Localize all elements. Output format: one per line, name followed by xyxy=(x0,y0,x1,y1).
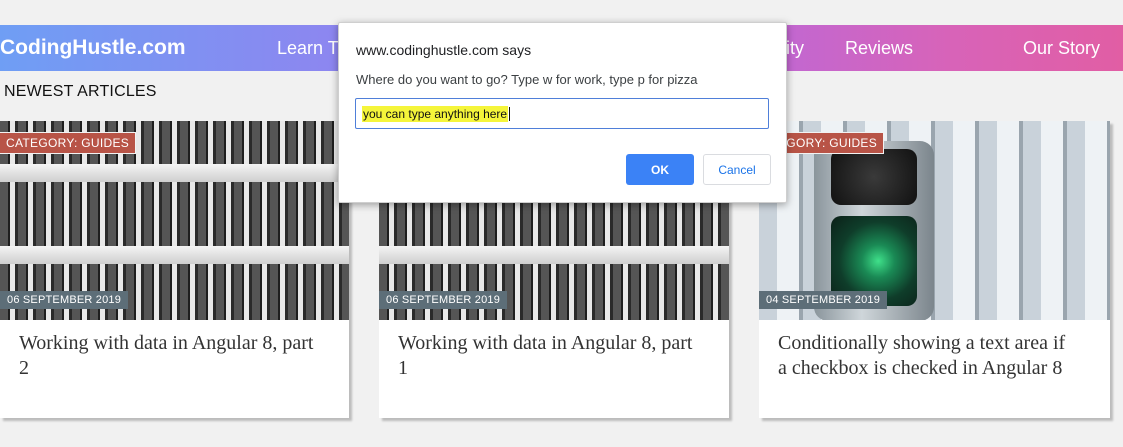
dialog-message: Where do you want to go? Type w for work… xyxy=(356,72,698,87)
article-title[interactable]: Working with data in Angular 8, part 2 xyxy=(19,331,319,381)
date-badge: 06 SEPTEMBER 2019 xyxy=(0,291,129,309)
category-badge[interactable]: EGORY: GUIDES xyxy=(771,132,885,154)
shelf-board xyxy=(0,246,349,264)
browser-top-strip xyxy=(0,0,1123,24)
prompt-input[interactable]: you can type anything here xyxy=(355,98,769,129)
article-card[interactable]: EGORY: GUIDES 04 SEPTEMBER 2019 Conditio… xyxy=(759,121,1110,418)
cancel-button[interactable]: Cancel xyxy=(703,154,771,185)
nav-item-productivity[interactable]: ity xyxy=(786,38,804,59)
shelf-board xyxy=(0,164,349,182)
date-badge: 04 SEPTEMBER 2019 xyxy=(759,291,888,309)
article-title[interactable]: Conditionally showing a text area if a c… xyxy=(778,331,1078,381)
text-caret xyxy=(509,106,511,121)
section-title: NEWEST ARTICLES xyxy=(4,83,157,100)
ok-button[interactable]: OK xyxy=(626,154,694,185)
nav-item-our-story[interactable]: Our Story xyxy=(1023,38,1100,59)
category-badge[interactable]: CATEGORY: GUIDES xyxy=(0,132,137,154)
nav-item-learn[interactable]: Learn T xyxy=(277,38,339,59)
nav-item-reviews[interactable]: Reviews xyxy=(845,38,913,59)
article-card[interactable]: CATEGORY: GUIDES 06 SEPTEMBER 2019 Worki… xyxy=(0,121,349,418)
site-brand-link[interactable]: CodingHustle.com xyxy=(0,36,186,60)
article-title[interactable]: Working with data in Angular 8, part 1 xyxy=(398,331,698,381)
date-badge: 06 SEPTEMBER 2019 xyxy=(379,291,508,309)
dialog-title: www.codinghustle.com says xyxy=(356,42,532,58)
prompt-input-value: you can type anything here xyxy=(362,105,509,122)
prompt-dialog: www.codinghustle.com says Where do you w… xyxy=(338,22,787,203)
shelf-board xyxy=(379,246,729,264)
traffic-light-lens xyxy=(831,149,917,205)
